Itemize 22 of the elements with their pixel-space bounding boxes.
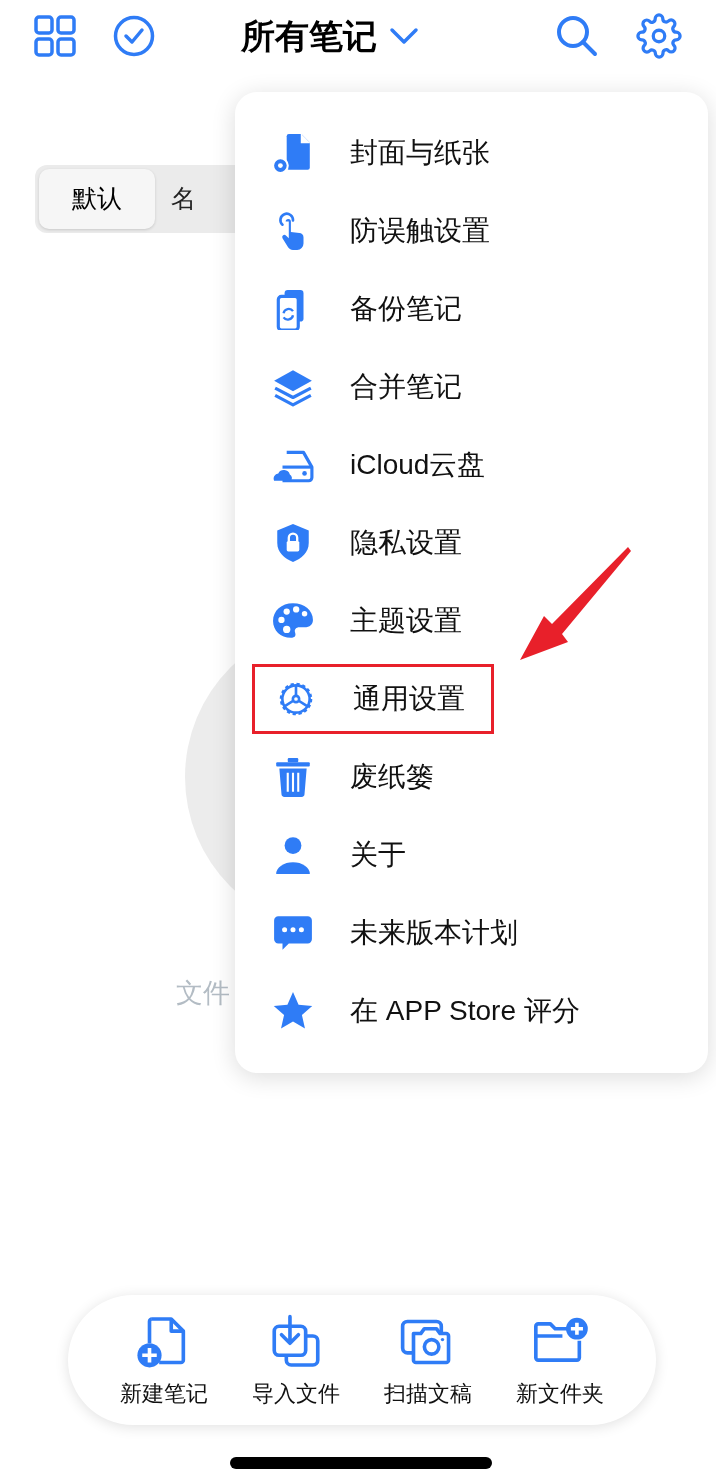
grid-icon[interactable] bbox=[34, 15, 76, 57]
toolbar-button[interactable]: 新建笔记 bbox=[109, 1313, 219, 1425]
menu-item[interactable]: 关于 bbox=[255, 820, 406, 890]
menu-item[interactable]: 在 APP Store 评分 bbox=[255, 976, 580, 1046]
menu-item[interactable]: 合并笔记 bbox=[255, 352, 462, 422]
menu-item[interactable]: 备份笔记 bbox=[255, 274, 462, 344]
toolbar-button[interactable]: 导入文件 bbox=[241, 1313, 351, 1425]
menu-item[interactable]: 隐私设置 bbox=[255, 508, 462, 578]
settings-icon[interactable] bbox=[636, 13, 682, 59]
checkmark-circle-icon[interactable] bbox=[113, 15, 155, 57]
menu-item[interactable]: 未来版本计划 bbox=[255, 898, 518, 968]
menu-item[interactable]: 通用设置 bbox=[252, 664, 494, 734]
menu-item[interactable]: 主题设置 bbox=[255, 586, 462, 656]
menu-item[interactable]: 废纸篓 bbox=[255, 742, 434, 812]
empty-state-text: 文件 bbox=[176, 977, 230, 1010]
menu-item[interactable]: iCloud云盘 bbox=[255, 430, 486, 500]
sort-tab[interactable]: 默认 bbox=[39, 169, 155, 229]
toolbar-button[interactable]: 扫描文稿 bbox=[373, 1313, 483, 1425]
toolbar-button[interactable]: 新文件夹 bbox=[505, 1313, 615, 1425]
search-icon[interactable] bbox=[556, 15, 598, 57]
chevron-down-icon bbox=[389, 27, 419, 45]
notebook-title-dropdown[interactable]: 所有笔记 bbox=[241, 10, 419, 62]
